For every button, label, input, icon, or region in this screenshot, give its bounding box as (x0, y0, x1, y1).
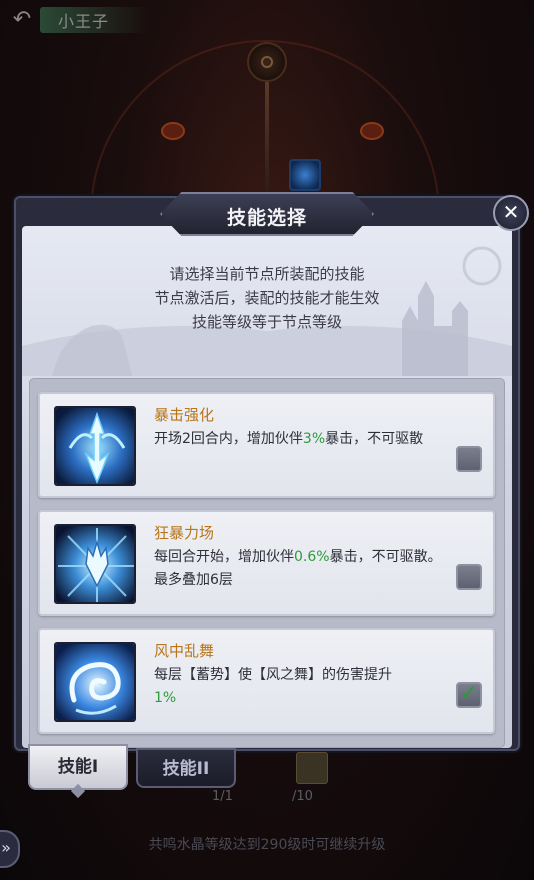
skill-value-highlight: 1% (154, 690, 177, 706)
tab-skill-1-label: 技能I (57, 757, 99, 777)
instruction-line: 技能等级等于节点等级 (191, 313, 342, 331)
skill-name: 风中乱舞 (154, 642, 215, 660)
skill-tree-stem (265, 82, 269, 202)
skill-checkbox[interactable]: ✓ (456, 682, 482, 708)
skill-description: 每回合开始，增加伙伴0.6%暴击，不可驱散。最多叠加6层 (154, 549, 442, 588)
back-arrow-icon[interactable]: ↶ (6, 6, 38, 34)
wind-swirl-icon (54, 642, 136, 722)
trident-burst-icon (54, 524, 136, 604)
skill-description: 开场2回合内，增加伙伴3%暴击，不可驱散 (154, 431, 424, 447)
dialog-title: 技能选择 (226, 207, 307, 229)
checkmark-icon: ✓ (459, 681, 479, 706)
level-count: /10 (292, 789, 313, 804)
crystal-item-icon[interactable] (296, 752, 328, 784)
equipped-skill-mini-icon[interactable] (289, 159, 321, 191)
skill-value-highlight: 0.6% (294, 549, 330, 565)
skill-tree-node-left[interactable] (153, 118, 193, 152)
skill-card[interactable]: 风中乱舞 每层【蓄势】使【风之舞】的伤害提升 1% ✓ (38, 628, 495, 734)
skill-value-highlight: 3% (302, 431, 326, 447)
skill-checkbox[interactable] (456, 446, 482, 472)
skill-tree-node-right[interactable] (352, 118, 392, 152)
instruction-line: 请选择当前节点所装配的技能 (169, 265, 365, 283)
skill-tree-root-node[interactable] (247, 42, 287, 82)
double-chevron-right-icon: » (1, 838, 11, 857)
top-bar: ↶ 小王子 (0, 0, 534, 40)
skill-card[interactable]: 狂暴力场 每回合开始，增加伙伴0.6%暴击，不可驱散。最多叠加6层 (38, 510, 495, 616)
skill-description: 每层【蓄势】使【风之舞】的伤害提升 1% (154, 667, 392, 706)
upgrade-hint: 共鸣水晶等级达到290级时可继续升级 (148, 837, 386, 853)
page-title: 小王子 (58, 12, 110, 31)
skill-card[interactable]: 暴击强化 开场2回合内，增加伙伴3%暴击，不可驱散 (38, 392, 495, 498)
tab-skill-2-label: 技能II (162, 759, 210, 779)
expand-button[interactable]: » (0, 830, 20, 868)
skill-name: 狂暴力场 (154, 524, 215, 542)
close-button[interactable]: ✕ (493, 195, 529, 231)
dialog-instructions: 请选择当前节点所装配的技能 节点激活后，装配的技能才能生效 技能等级等于节点等级 (22, 262, 512, 334)
skill-name: 暴击强化 (154, 406, 215, 424)
close-x-icon: ✕ (502, 200, 520, 224)
level-count: 1/1 (212, 789, 233, 804)
instruction-line: 节点激活后，装配的技能才能生效 (154, 289, 380, 307)
trident-blade-icon (54, 406, 136, 486)
skill-checkbox[interactable] (456, 564, 482, 590)
